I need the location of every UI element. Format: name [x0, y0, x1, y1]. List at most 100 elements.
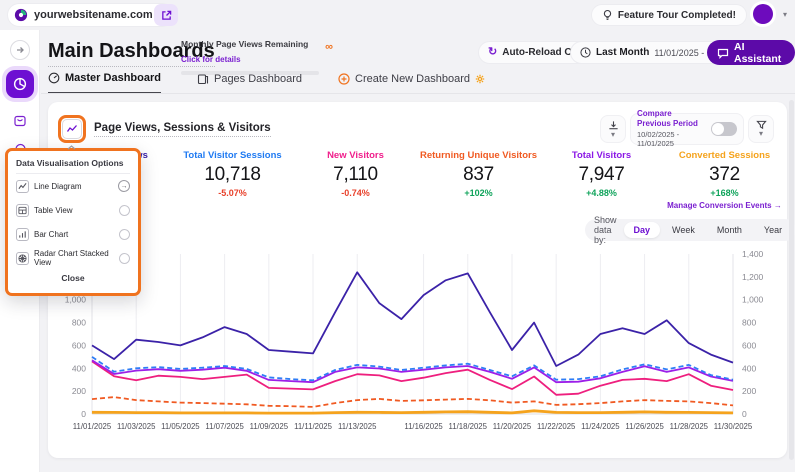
card-title: Page Views, Sessions & Visitors — [94, 122, 271, 137]
tour-highlight-ring — [58, 115, 86, 143]
filter-button[interactable]: ▾ — [748, 115, 774, 143]
svg-text:11/28/2025: 11/28/2025 — [670, 422, 709, 431]
option-line-diagram[interactable]: Line Diagram → — [16, 174, 130, 198]
collapse-sidebar-icon[interactable] — [9, 40, 30, 60]
chevron-down-icon[interactable]: ▾ — [783, 11, 787, 19]
svg-text:11/11/2025: 11/11/2025 — [294, 422, 333, 431]
metric-value: 372 — [709, 164, 740, 185]
quota-widget: Monthly Page Views Remaining Click for d… — [181, 39, 333, 75]
toggle-knob — [712, 123, 724, 135]
dashboard-tabs: Master Dashboard Pages Dashboard Create … — [48, 72, 485, 94]
metric-total-visitors: Total Visitors 7,947 +4.88% — [540, 150, 663, 210]
metric-delta: -5.07% — [218, 188, 247, 198]
metric-label: Converted Sessions — [678, 150, 771, 161]
tab-label: Pages Dashboard — [213, 73, 303, 85]
avatar[interactable] — [753, 4, 773, 24]
feature-tour-button[interactable]: Feature Tour Completed! — [590, 4, 747, 26]
svg-text:11/13/2025: 11/13/2025 — [338, 422, 377, 431]
svg-text:11/24/2025: 11/24/2025 — [581, 422, 620, 431]
metric-label: New Visitors — [327, 150, 384, 161]
metric-returning-unique-visitors: Returning Unique Visitors 837 +102% — [417, 150, 540, 210]
open-site-button[interactable] — [154, 4, 178, 26]
pages-icon — [197, 73, 209, 85]
site-selector[interactable]: yourwebsitename.com ▾ — [8, 4, 173, 26]
option-table-view[interactable]: Table View — [16, 198, 130, 222]
data-visualisation-options-popup: Data Visualisation Options Line Diagram … — [5, 148, 141, 296]
metric-delta: +102% — [464, 188, 493, 198]
auto-reload-label: Auto-Reload Off — [502, 47, 579, 58]
scrollbar[interactable] — [789, 100, 794, 460]
metric-label: Total Visitor Sessions — [183, 150, 282, 161]
svg-text:0: 0 — [81, 409, 86, 419]
chat-icon — [717, 47, 729, 59]
clock-icon — [580, 47, 591, 58]
lightbulb-icon — [602, 9, 613, 21]
arrow-right-icon: → — [118, 180, 130, 192]
tab-create-new-dashboard[interactable]: Create New Dashboard — [338, 72, 485, 94]
metric-delta: +168% — [710, 188, 739, 198]
page-views-card: Page Views, Sessions & Visitors ▾ Compar… — [48, 102, 795, 458]
sidebar-item-dashboards[interactable] — [5, 70, 34, 98]
compare-label: Compare Previous Period — [637, 108, 698, 129]
svg-text:1,000: 1,000 — [65, 295, 87, 305]
metric-value: 837 — [463, 164, 494, 185]
svg-text:800: 800 — [742, 318, 756, 328]
granularity-week[interactable]: Week — [662, 222, 705, 238]
ai-assistant-button[interactable]: AI Assistant — [707, 40, 795, 65]
compare-toggle[interactable] — [711, 122, 737, 136]
radio-icon — [119, 228, 130, 240]
radio-icon — [119, 204, 130, 216]
option-bar-chart[interactable]: Bar Chart — [16, 222, 130, 246]
option-radar-chart-stacked-view[interactable]: Radar Chart Stacked View — [16, 246, 130, 270]
svg-text:200: 200 — [72, 386, 86, 396]
svg-text:600: 600 — [742, 340, 756, 350]
chart-type-button[interactable] — [62, 119, 82, 139]
granularity-year[interactable]: Year — [754, 222, 792, 238]
option-label: Bar Chart — [34, 229, 69, 239]
period-label: Last Month — [596, 47, 650, 58]
option-label: Table View — [34, 205, 73, 215]
site-name: yourwebsitename.com — [34, 9, 153, 21]
compare-previous-period: Compare Previous Period 10/02/2025 - 11/… — [630, 109, 744, 148]
svg-text:1,000: 1,000 — [742, 295, 764, 305]
quota-details-link[interactable]: Click for details — [181, 55, 241, 64]
plus-circle-icon — [338, 73, 350, 85]
svg-text:400: 400 — [742, 363, 756, 373]
tabs-divider — [41, 93, 795, 94]
svg-text:400: 400 — [72, 363, 86, 373]
quota-label: Monthly Page Views Remaining — [181, 39, 309, 49]
metric-delta: -0.74% — [341, 188, 370, 198]
svg-text:11/20/2025: 11/20/2025 — [493, 422, 532, 431]
tab-label: Create New Dashboard — [355, 73, 470, 85]
svg-text:11/09/2025: 11/09/2025 — [250, 422, 289, 431]
granularity-month[interactable]: Month — [707, 222, 752, 238]
svg-text:11/05/2025: 11/05/2025 — [161, 422, 200, 431]
tab-master-dashboard[interactable]: Master Dashboard — [48, 72, 161, 94]
popup-title: Data Visualisation Options — [16, 158, 130, 174]
gear-icon — [475, 74, 485, 84]
chevron-down-icon: ▾ — [758, 129, 763, 138]
radar-chart-icon — [16, 251, 29, 265]
option-label: Radar Chart Stacked View — [34, 249, 109, 267]
chevron-down-icon: ▾ — [610, 129, 615, 139]
svg-text:11/01/2025: 11/01/2025 — [73, 422, 112, 431]
svg-text:11/07/2025: 11/07/2025 — [205, 422, 244, 431]
popup-close-button[interactable]: Close — [16, 273, 130, 283]
line-chart[interactable]: 0 0 200 200 400 400 600 600 800 800 1,000 1,000 1,20… — [56, 244, 779, 450]
site-logo-icon — [14, 8, 28, 22]
metric-value: 10,718 — [204, 164, 261, 185]
manage-conversion-events-link[interactable]: Manage Conversion Events → — [663, 201, 786, 210]
metric-new-visitors: New Visitors 7,110 -0.74% — [294, 150, 417, 210]
svg-text:11/03/2025: 11/03/2025 — [117, 422, 156, 431]
download-button[interactable]: ▾ — [600, 115, 626, 143]
line-chart-icon — [16, 179, 29, 193]
granularity-day[interactable]: Day — [623, 222, 661, 238]
sidebar-item-store-icon[interactable] — [10, 110, 30, 130]
metric-total-visitor-sessions: Total Visitor Sessions 10,718 -5.07% — [171, 150, 294, 210]
compare-range: 10/02/2025 - 11/01/2025 — [637, 129, 680, 149]
chevron-up-icon — [67, 145, 76, 150]
ai-assistant-label: AI Assistant — [734, 40, 782, 65]
tab-pages-dashboard[interactable]: Pages Dashboard — [197, 72, 302, 94]
svg-text:1,200: 1,200 — [742, 272, 764, 282]
metrics-row: Total Page Views Total Visitor Sessions … — [48, 150, 787, 210]
